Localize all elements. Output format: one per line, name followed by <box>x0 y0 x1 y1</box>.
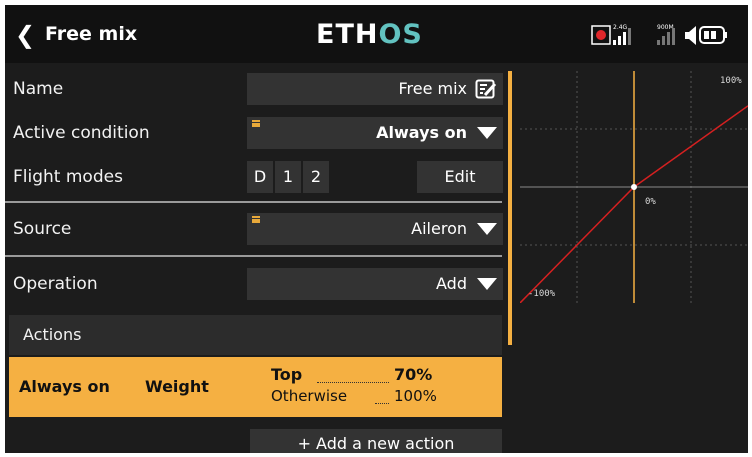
row-source: Source Aileron <box>5 207 503 251</box>
flight-mode-d[interactable]: D <box>247 161 273 193</box>
back-chevron-icon[interactable]: ❮ <box>15 21 41 49</box>
name-field[interactable]: Free mix <box>247 73 503 105</box>
add-action-button[interactable]: + Add a new action <box>250 429 502 453</box>
flight-modes-label: Flight modes <box>13 167 123 187</box>
radio-display: ❮ Free mix ETHOS 2.4G 900M Name Free mix… <box>5 5 748 453</box>
status-icons-svg: 2.4G 900M <box>591 24 727 45</box>
action-condition: Always on <box>19 377 110 396</box>
record-icon <box>591 25 611 45</box>
menu-flag-icon <box>252 120 260 127</box>
dropdown-caret-icon <box>477 278 497 290</box>
status-icons: 2.4G 900M <box>591 23 746 47</box>
operation-value: Add <box>436 274 467 293</box>
graph-label-center: 0% <box>645 197 656 207</box>
edit-text-icon <box>475 79 497 99</box>
flight-modes-edit-button[interactable]: Edit <box>417 161 503 193</box>
screen: ❮ Free mix ETHOS 2.4G 900M Name Free mix… <box>0 0 752 457</box>
dropdown-caret-icon <box>477 223 497 235</box>
action-otherwise-label: Otherwise <box>271 387 348 405</box>
divider <box>5 201 502 203</box>
active-condition-select[interactable]: Always on <box>247 117 503 149</box>
signal-2g4-icon: 2.4G <box>613 24 631 45</box>
action-top-value: 70% <box>394 365 433 384</box>
name-label: Name <box>13 79 64 99</box>
ethos-logo: ETHOS <box>316 19 423 50</box>
action-otherwise-value: 100% <box>394 387 437 405</box>
row-operation: Operation Add <box>5 262 503 306</box>
logo-main: ETH <box>316 19 379 50</box>
leader-dots <box>317 382 389 383</box>
curve-point <box>631 184 637 190</box>
speaker-icon <box>685 26 696 45</box>
logo-accent: OS <box>378 19 423 50</box>
curve-graph-svg <box>520 71 748 303</box>
row-name: Name Free mix <box>5 67 503 111</box>
active-condition-label: Active condition <box>13 123 150 143</box>
title-bar: ❮ Free mix ETHOS 2.4G 900M <box>5 5 748 63</box>
battery-icon <box>699 26 727 44</box>
rf-label-900m: 900M <box>657 24 674 31</box>
graph-label-bottom: -100% <box>528 289 556 299</box>
action-item[interactable]: Always on Weight Top 70% Otherwise 100% <box>9 357 502 417</box>
graph-label-top: 100% <box>720 76 742 86</box>
source-select[interactable]: Aileron <box>247 213 503 245</box>
row-flight-modes: Flight modes D 1 2 Edit <box>5 155 503 199</box>
divider <box>5 255 502 257</box>
signal-900m-icon: 900M <box>657 24 675 45</box>
source-label: Source <box>13 219 72 239</box>
scrollbar[interactable] <box>508 71 512 345</box>
actions-title: Actions <box>23 325 82 344</box>
flight-mode-1[interactable]: 1 <box>275 161 301 193</box>
row-active-condition: Active condition Always on <box>5 111 503 155</box>
actions-header: Actions <box>9 315 502 355</box>
action-top-label: Top <box>271 365 303 384</box>
source-value: Aileron <box>411 219 467 238</box>
active-condition-value: Always on <box>376 123 467 142</box>
rf-label-2g4: 2.4G <box>613 24 628 31</box>
menu-flag-icon <box>252 216 260 223</box>
flight-mode-2[interactable]: 2 <box>303 161 329 193</box>
operation-label: Operation <box>13 274 98 294</box>
page-title: Free mix <box>45 23 138 45</box>
leader-dots <box>375 403 389 404</box>
action-type: Weight <box>145 377 209 396</box>
curve-graph: 100% 0% -100% <box>520 71 748 303</box>
name-value: Free mix <box>398 79 467 98</box>
operation-select[interactable]: Add <box>247 268 503 300</box>
dropdown-caret-icon <box>477 127 497 139</box>
